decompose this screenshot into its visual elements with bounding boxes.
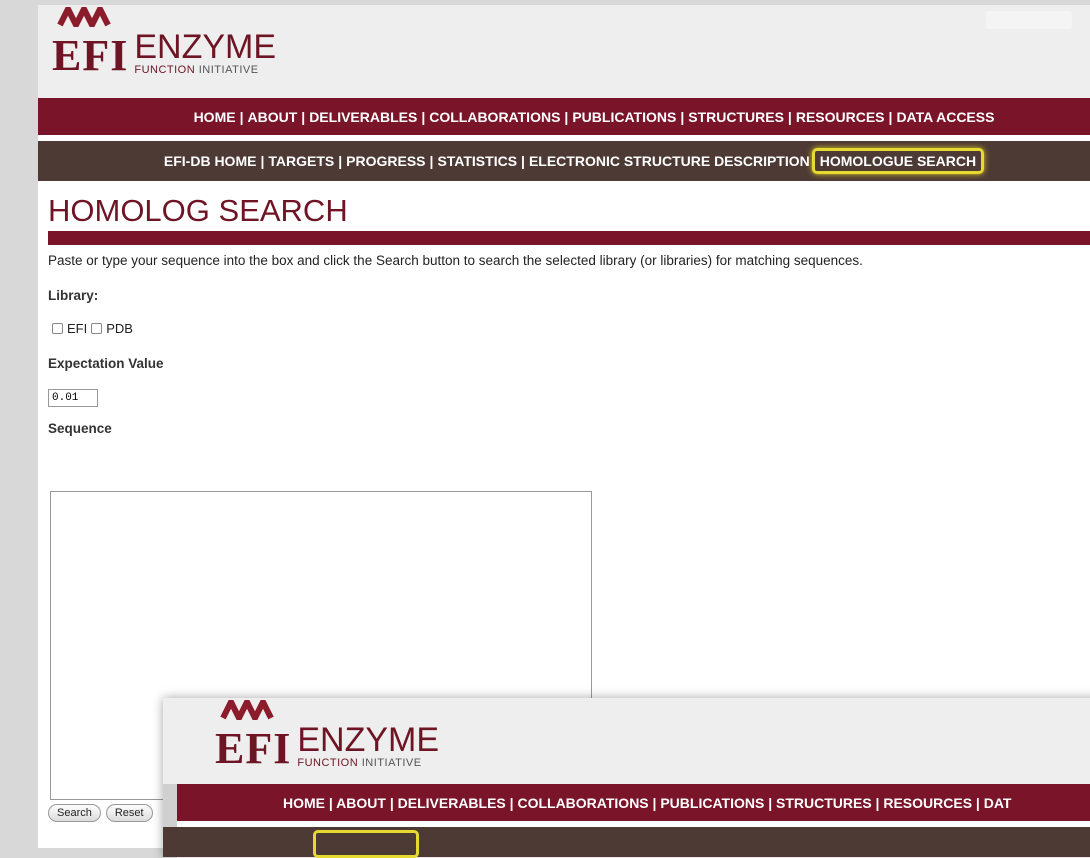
page-title: HOMOLOG SEARCH xyxy=(48,193,348,228)
overlay-logo-function-text: FUNCTION xyxy=(297,757,359,769)
pdb-checkbox-label: PDB xyxy=(106,321,133,336)
overlay-screenshot: EFI ENZYME FUNCTION INITIATIVE HOME | AB… xyxy=(163,695,1090,858)
intro-text: Paste or type your sequence into the box… xyxy=(48,253,863,268)
sub-navigation: EFI-DB HOME | TARGETS | PROGRESS | STATISTI… xyxy=(38,141,1090,181)
logo-function-text: FUNCTION xyxy=(134,64,196,76)
nav-structures[interactable]: STRUCTURES xyxy=(688,109,784,125)
efi-logo[interactable]: EFI ENZYME FUNCTION INITIATIVE xyxy=(52,5,277,80)
nav-publications[interactable]: PUBLICATIONS xyxy=(572,109,676,125)
overlay-logo-ribbon-icon xyxy=(220,695,274,725)
expectation-value-label: Expectation Value xyxy=(48,356,164,371)
overlay-efi-logo: EFI ENZYME FUNCTION INITIATIVE xyxy=(215,695,440,773)
logo-enzyme-text: ENZYME xyxy=(134,28,277,66)
nav-deliverables[interactable]: DELIVERABLES xyxy=(309,109,417,125)
overlay-sub-navigation xyxy=(163,827,1090,858)
site-header: EFI ENZYME FUNCTION INITIATIVE xyxy=(38,5,1090,98)
subnav-efi-db-home[interactable]: EFI-DB HOME xyxy=(164,153,257,169)
subnav-electronic-structure[interactable]: ELECTRONIC STRUCTURE DESCRIPTION xyxy=(529,153,810,169)
logo-ribbon-icon xyxy=(57,5,111,32)
main-navigation: HOME | ABOUT | DELIVERABLES | COLLABORATION… xyxy=(38,98,1090,135)
efi-checkbox-label: EFI xyxy=(67,321,88,336)
overlay-main-navigation: HOME | ABOUT | DELIVERABLES | COLLABORAT… xyxy=(163,784,1090,821)
title-rule xyxy=(48,231,1090,245)
overlay-highlight-box xyxy=(313,830,419,858)
nav-collaborations[interactable]: COLLABORATIONS xyxy=(429,109,560,125)
nav-home[interactable]: HOME xyxy=(194,109,236,125)
overlay-logo-efi-text: EFI xyxy=(215,724,292,773)
sequence-label: Sequence xyxy=(48,421,112,436)
search-box[interactable] xyxy=(986,11,1072,29)
pdb-checkbox[interactable] xyxy=(91,323,103,334)
library-options: EFI PDB xyxy=(52,321,1080,336)
nav-resources[interactable]: RESOURCES xyxy=(796,109,885,125)
overlay-logo-enzyme-text: ENZYME xyxy=(297,721,440,759)
reset-button[interactable]: Reset xyxy=(105,804,153,822)
main-content: HOMOLOG SEARCH Paste or type your sequen… xyxy=(38,195,1090,436)
logo-efi-text: EFI xyxy=(52,31,129,80)
logo-initiative-text: INITIATIVE xyxy=(198,64,259,76)
library-label: Library: xyxy=(48,288,99,303)
subnav-progress[interactable]: PROGRESS xyxy=(346,153,425,169)
expectation-value-input[interactable] xyxy=(48,389,98,407)
nav-about[interactable]: ABOUT xyxy=(247,109,297,125)
form-buttons: Search Reset xyxy=(48,804,153,822)
overlay-logo-initiative-text: INITIATIVE xyxy=(361,757,422,769)
subnav-statistics[interactable]: STATISTICS xyxy=(437,153,517,169)
overlay-header: EFI ENZYME FUNCTION INITIATIVE xyxy=(163,695,1090,784)
efi-checkbox[interactable] xyxy=(52,323,63,334)
subnav-targets[interactable]: TARGETS xyxy=(268,153,334,169)
subnav-homologue-search[interactable]: HOMOLOGUE SEARCH xyxy=(811,148,985,174)
nav-data-access[interactable]: DATA ACCESS xyxy=(896,109,994,125)
search-button[interactable]: Search xyxy=(48,804,101,822)
